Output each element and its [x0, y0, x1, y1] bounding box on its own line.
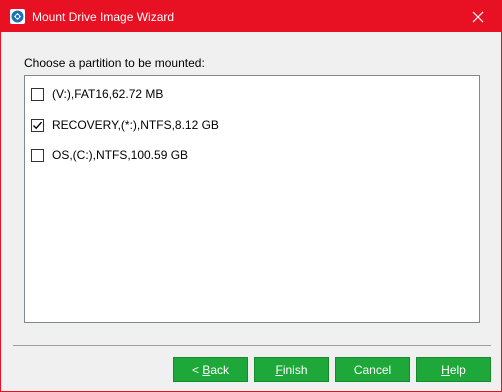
finish-button-label: inish: [282, 362, 308, 377]
partition-label: RECOVERY,(*:),NTFS,8.12 GB: [52, 118, 219, 132]
back-button-label: ack: [210, 362, 230, 377]
partition-prompt: Choose a partition to be mounted:: [24, 56, 205, 70]
help-button-label: elp: [449, 362, 466, 377]
partition-item[interactable]: (V:),FAT16,62.72 MB: [31, 86, 163, 102]
close-icon[interactable]: [455, 1, 501, 32]
finish-button[interactable]: Finish: [254, 357, 329, 382]
title-bar[interactable]: Mount Drive Image Wizard: [1, 1, 501, 32]
partition-checkbox[interactable]: [31, 87, 44, 101]
finish-button-hotkey: F: [275, 362, 283, 377]
help-button-hotkey: H: [441, 362, 450, 377]
window-title: Mount Drive Image Wizard: [32, 9, 175, 24]
partition-list: (V:),FAT16,62.72 MB RECOVERY,(*:),NTFS,8…: [24, 75, 480, 323]
back-arrow-icon: <: [191, 362, 199, 377]
help-button[interactable]: Help: [416, 357, 491, 382]
partition-item[interactable]: OS,(C:),NTFS,100.59 GB: [31, 147, 188, 163]
mount-wizard-icon: [9, 8, 26, 25]
cancel-button-label: Cancel: [353, 362, 392, 377]
cancel-button[interactable]: Cancel: [335, 357, 410, 382]
back-button-hotkey: B: [202, 362, 211, 377]
partition-label: OS,(C:),NTFS,100.59 GB: [52, 148, 189, 162]
partition-checkbox[interactable]: [31, 118, 44, 132]
partition-item[interactable]: RECOVERY,(*:),NTFS,8.12 GB: [31, 117, 219, 133]
partition-checkbox[interactable]: [31, 148, 44, 162]
wizard-window: Mount Drive Image Wizard Choose a partit…: [0, 0, 502, 392]
divider: [13, 345, 491, 346]
partition-label: (V:),FAT16,62.72 MB: [52, 87, 164, 101]
back-button[interactable]: < Back: [173, 357, 248, 382]
